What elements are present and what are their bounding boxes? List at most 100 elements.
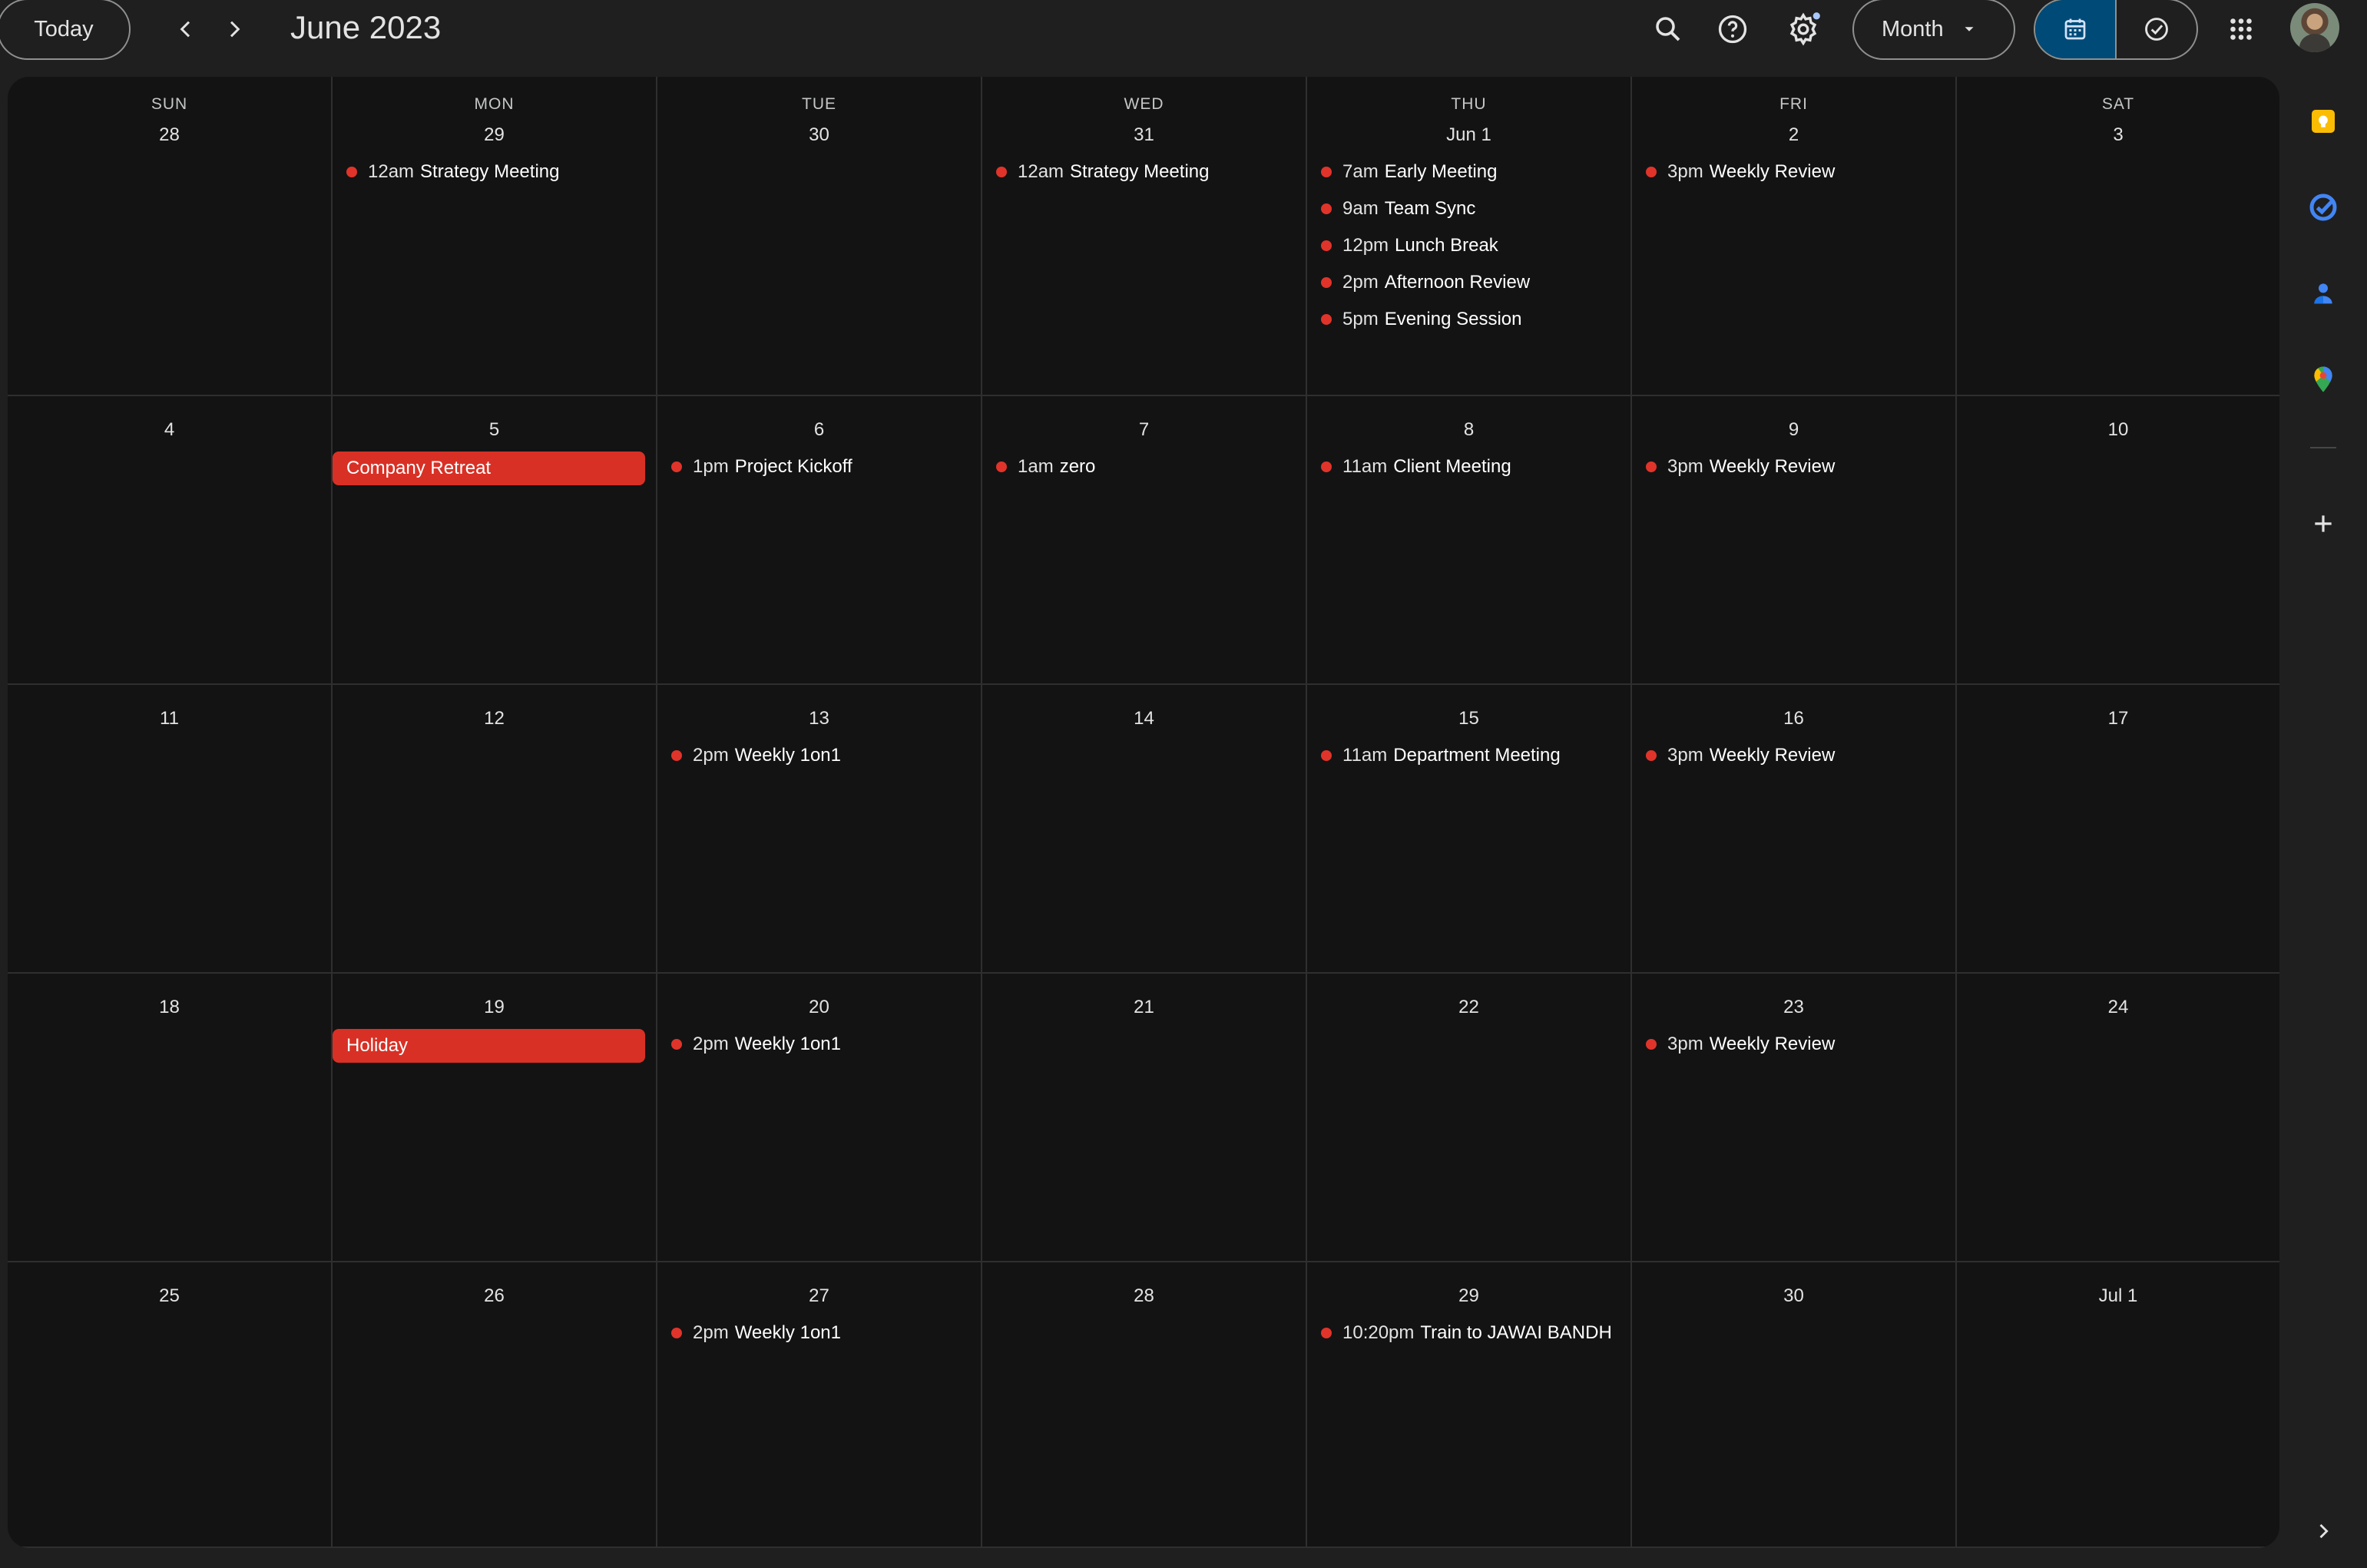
day-number[interactable]: 25 — [8, 1285, 331, 1307]
day-number[interactable]: 7 — [982, 419, 1306, 441]
day-number[interactable]: 23 — [1632, 997, 1955, 1018]
day-cell[interactable]: 27 2pm Weekly 1on1 — [657, 1262, 982, 1548]
today-button[interactable]: Today — [0, 0, 131, 60]
day-cell[interactable]: 15 11am Department Meeting — [1307, 685, 1632, 974]
day-number[interactable]: 14 — [982, 708, 1306, 729]
day-number[interactable]: 24 — [1957, 997, 2279, 1018]
day-number[interactable]: 2 — [1632, 124, 1955, 146]
day-cell[interactable]: 9 3pm Weekly Review — [1632, 396, 1957, 685]
event-chip[interactable]: 3pm Weekly Review — [1646, 1029, 1949, 1060]
day-number[interactable]: 29 — [1307, 1285, 1630, 1307]
day-cell[interactable]: 8 11am Client Meeting — [1307, 396, 1632, 685]
event-chip[interactable]: 3pm Weekly Review — [1646, 452, 1949, 482]
day-number[interactable]: 10 — [1957, 419, 2279, 441]
keep-button[interactable] — [2299, 97, 2348, 146]
calendar-view-button[interactable] — [2035, 0, 2115, 58]
event-chip[interactable]: 2pm Weekly 1on1 — [671, 740, 975, 771]
day-cell[interactable]: 12 — [333, 685, 657, 974]
day-number[interactable]: 11 — [8, 708, 331, 729]
settings-button[interactable] — [1779, 5, 1828, 54]
avatar[interactable] — [2290, 3, 2339, 52]
day-cell[interactable]: THU Jun 1 7am Early Meeting 9am Team Sync 12pm… — [1307, 77, 1632, 396]
day-number[interactable]: 27 — [657, 1285, 981, 1307]
day-number[interactable]: 28 — [982, 1285, 1306, 1307]
day-number[interactable]: Jul 1 — [1957, 1285, 2279, 1307]
day-cell[interactable]: 19 Holiday — [333, 974, 657, 1262]
day-number[interactable]: 22 — [1307, 997, 1630, 1018]
day-number[interactable]: 12 — [333, 708, 656, 729]
day-cell[interactable]: 17 — [1957, 685, 2279, 974]
day-cell[interactable]: MON 29 12am Strategy Meeting — [333, 77, 657, 396]
day-number[interactable]: 15 — [1307, 708, 1630, 729]
event-chip[interactable]: 1pm Project Kickoff — [671, 452, 975, 482]
day-cell[interactable]: 21 — [982, 974, 1307, 1262]
day-cell[interactable]: 23 3pm Weekly Review — [1632, 974, 1957, 1262]
event-chip[interactable]: 12am Strategy Meeting — [996, 157, 1299, 187]
day-number[interactable]: 31 — [982, 124, 1306, 146]
maps-button[interactable] — [2299, 355, 2348, 404]
day-cell[interactable]: 22 — [1307, 974, 1632, 1262]
event-chip[interactable]: 3pm Weekly Review — [1646, 740, 1949, 771]
day-cell[interactable]: 11 — [8, 685, 333, 974]
allday-event[interactable]: Holiday — [333, 1029, 645, 1063]
day-cell[interactable]: TUE 30 — [657, 77, 982, 396]
day-cell[interactable]: 5 Company Retreat — [333, 396, 657, 685]
day-number[interactable]: 30 — [657, 124, 981, 146]
day-cell[interactable]: 18 — [8, 974, 333, 1262]
event-chip[interactable]: 12pm Lunch Break — [1321, 230, 1624, 261]
event-chip[interactable]: 9am Team Sync — [1321, 194, 1624, 224]
search-button[interactable] — [1644, 5, 1693, 54]
event-chip[interactable]: 10:20pm Train to JAWAI BANDH — [1321, 1318, 1624, 1348]
day-cell[interactable]: 4 — [8, 396, 333, 685]
day-cell[interactable]: 24 — [1957, 974, 2279, 1262]
view-selector[interactable]: Month — [1852, 0, 2015, 60]
day-cell[interactable]: SAT 3 — [1957, 77, 2279, 396]
add-addon-button[interactable] — [2299, 499, 2348, 548]
show-side-panel-button[interactable] — [2299, 1507, 2348, 1556]
event-chip[interactable]: 2pm Weekly 1on1 — [671, 1318, 975, 1348]
event-chip[interactable]: 11am Department Meeting — [1321, 740, 1624, 771]
day-number[interactable]: 13 — [657, 708, 981, 729]
day-number[interactable]: 19 — [333, 997, 656, 1018]
day-cell[interactable]: 13 2pm Weekly 1on1 — [657, 685, 982, 974]
day-cell[interactable]: 20 2pm Weekly 1on1 — [657, 974, 982, 1262]
event-chip[interactable]: 12am Strategy Meeting — [346, 157, 650, 187]
day-cell[interactable]: 25 — [8, 1262, 333, 1548]
day-number[interactable]: 26 — [333, 1285, 656, 1307]
help-button[interactable] — [1708, 5, 1757, 54]
day-cell[interactable]: 6 1pm Project Kickoff — [657, 396, 982, 685]
day-number[interactable]: 28 — [8, 124, 331, 146]
day-number[interactable]: 6 — [657, 419, 981, 441]
day-number[interactable]: Jun 1 — [1307, 124, 1630, 146]
day-cell[interactable]: 14 — [982, 685, 1307, 974]
event-chip[interactable]: 3pm Weekly Review — [1646, 157, 1949, 187]
day-cell[interactable]: 7 1am zero — [982, 396, 1307, 685]
day-cell[interactable]: Jul 1 — [1957, 1262, 2279, 1548]
apps-button[interactable] — [2216, 5, 2266, 54]
day-cell[interactable]: SUN 28 — [8, 77, 333, 396]
day-cell[interactable]: 16 3pm Weekly Review — [1632, 685, 1957, 974]
allday-event[interactable]: Company Retreat — [333, 452, 645, 485]
day-cell[interactable]: 28 — [982, 1262, 1307, 1548]
day-cell[interactable]: 10 — [1957, 396, 2279, 685]
day-number[interactable]: 16 — [1632, 708, 1955, 729]
day-number[interactable]: 18 — [8, 997, 331, 1018]
event-chip[interactable]: 7am Early Meeting — [1321, 157, 1624, 187]
day-cell[interactable]: 29 10:20pm Train to JAWAI BANDH — [1307, 1262, 1632, 1548]
day-number[interactable]: 30 — [1632, 1285, 1955, 1307]
day-number[interactable]: 3 — [1957, 124, 2279, 146]
day-number[interactable]: 5 — [333, 419, 656, 441]
event-chip[interactable]: 5pm Evening Session — [1321, 304, 1624, 335]
day-number[interactable]: 21 — [982, 997, 1306, 1018]
day-cell[interactable]: 30 — [1632, 1262, 1957, 1548]
day-number[interactable]: 9 — [1632, 419, 1955, 441]
day-number[interactable]: 17 — [1957, 708, 2279, 729]
tasks-view-button[interactable] — [2115, 0, 2197, 58]
contacts-button[interactable] — [2299, 269, 2348, 318]
next-month-button[interactable] — [210, 5, 259, 54]
event-chip[interactable]: 2pm Weekly 1on1 — [671, 1029, 975, 1060]
event-chip[interactable]: 2pm Afternoon Review — [1321, 267, 1624, 298]
event-chip[interactable]: 1am zero — [996, 452, 1299, 482]
day-number[interactable]: 29 — [333, 124, 656, 146]
day-number[interactable]: 20 — [657, 997, 981, 1018]
